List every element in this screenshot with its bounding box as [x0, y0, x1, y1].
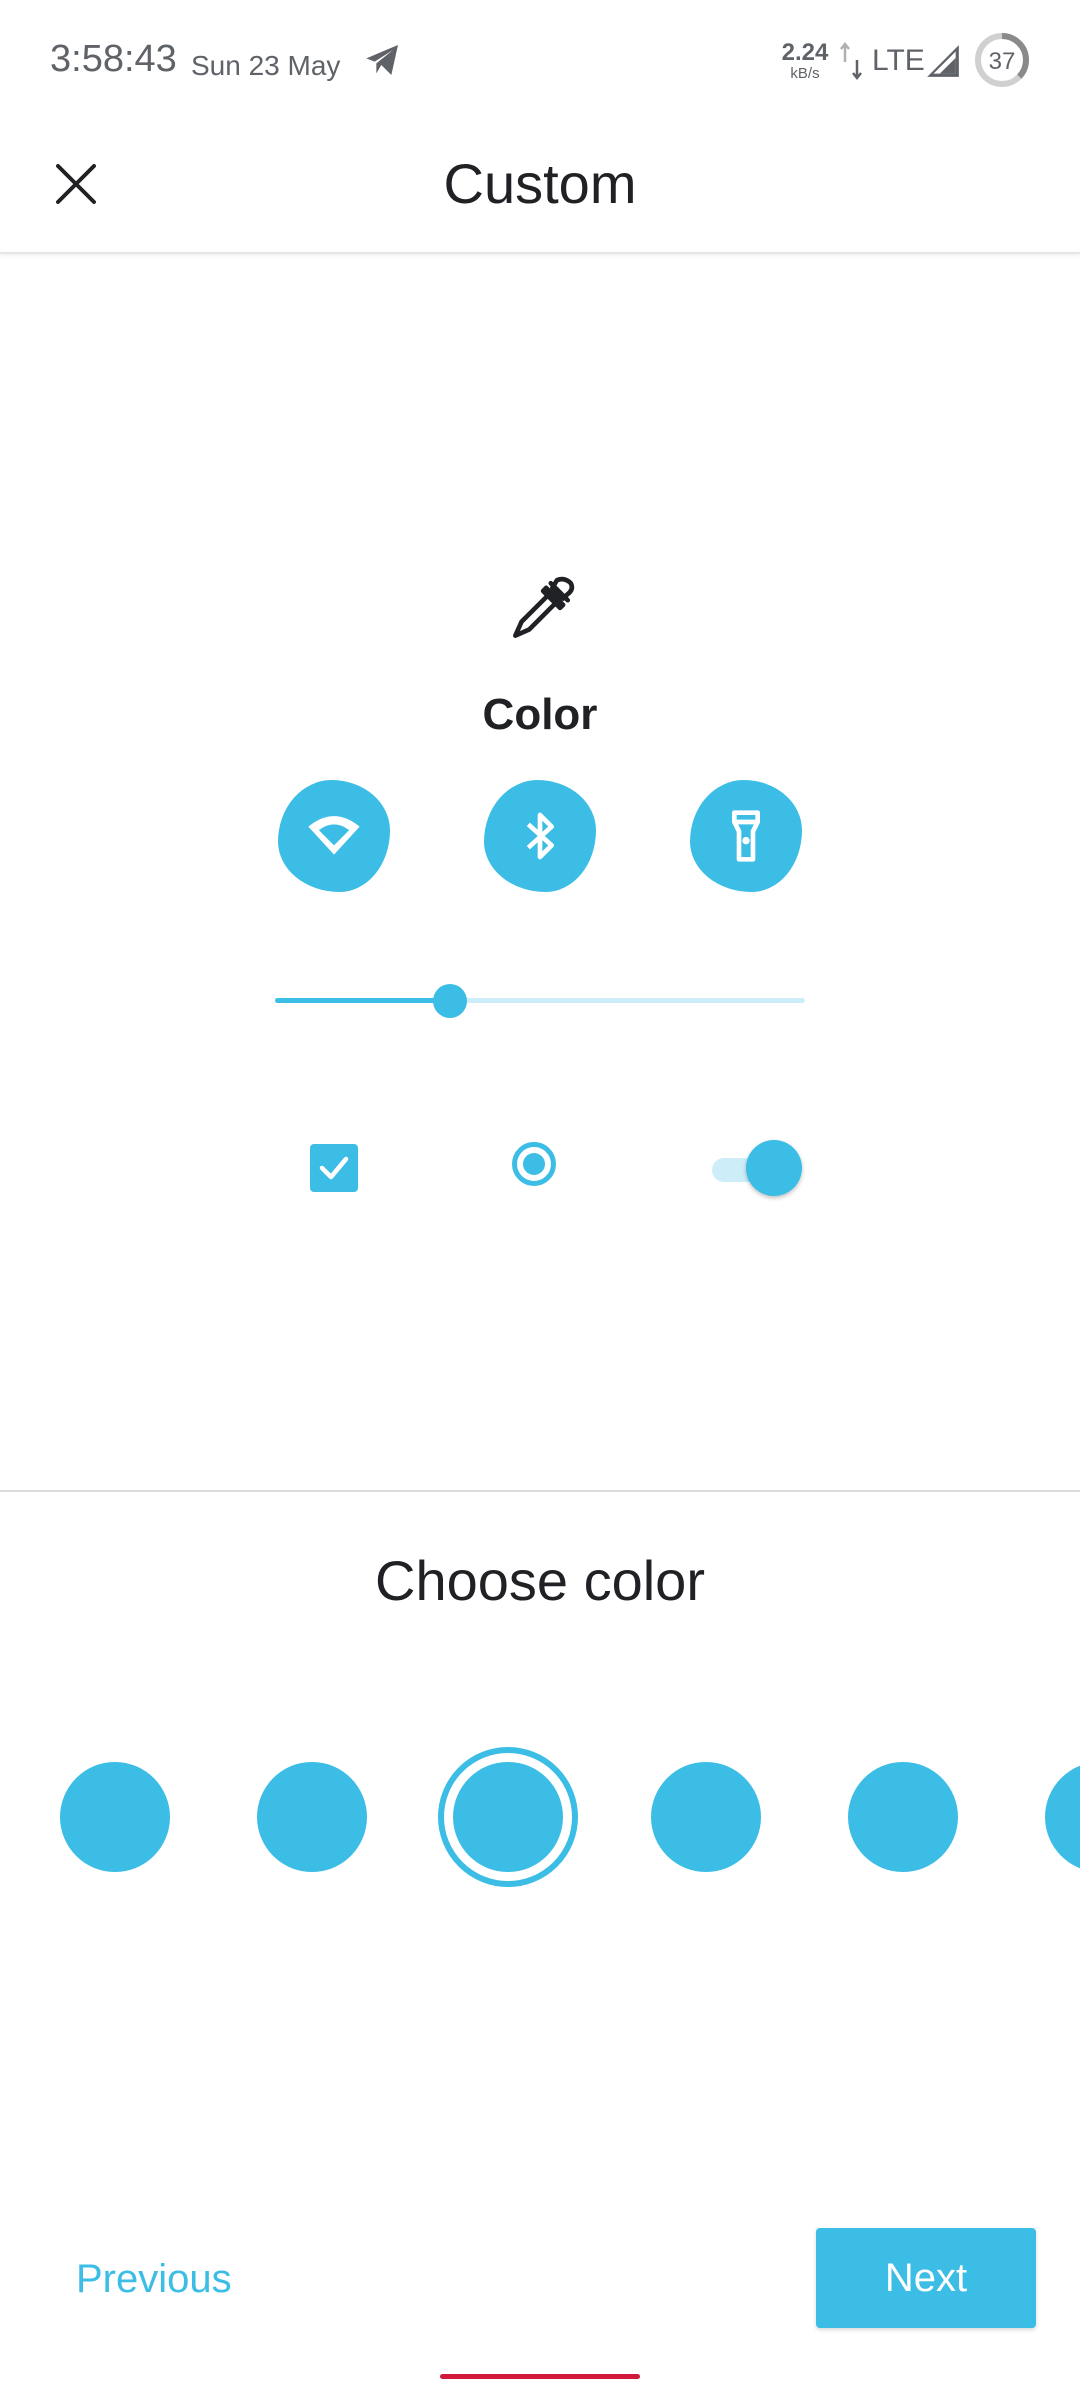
wifi-icon: [308, 816, 360, 855]
preview-switch[interactable]: [712, 1140, 804, 1200]
home-indicator[interactable]: [440, 2374, 640, 2379]
signal-icon: [927, 45, 959, 77]
data-transfer-icon: [840, 41, 862, 81]
checkmark-icon: [319, 1156, 349, 1180]
choose-color-title: Choose color: [375, 1549, 705, 1612]
color-swatch-5[interactable]: [848, 1762, 958, 1872]
network-speed-unit: kB/s: [790, 65, 820, 82]
selected-swatch-inner: [453, 1762, 563, 1872]
preview-label: Color: [482, 690, 598, 739]
wifi-tile[interactable]: [278, 780, 390, 892]
battery-ring-icon: 37: [975, 33, 1029, 87]
flashlight-tile[interactable]: [690, 780, 802, 892]
previous-button[interactable]: Previous: [50, 2244, 270, 2314]
network-speed-value: 2.24: [781, 39, 829, 66]
flashlight-icon: [732, 810, 760, 862]
network-speed: 2.24 kB/s: [774, 40, 836, 82]
slider-fill: [275, 998, 450, 1003]
color-swatch-3-selected[interactable]: [438, 1747, 578, 1887]
color-swatch-4[interactable]: [651, 1762, 761, 1872]
page-title: Custom: [443, 152, 637, 215]
color-swatch-6[interactable]: [1045, 1762, 1080, 1872]
brightness-slider[interactable]: [275, 980, 805, 1020]
app-screen: 3:58:43 Sun 23 May 2.24 kB/s LTE 37 Cust…: [0, 0, 1080, 2400]
radio-dot: [523, 1153, 545, 1175]
next-button[interactable]: Next: [816, 2228, 1036, 2328]
preview-checkbox[interactable]: [310, 1144, 358, 1192]
color-swatch-2[interactable]: [257, 1762, 367, 1872]
section-divider: [0, 1490, 1080, 1492]
battery-level: 37: [989, 48, 1016, 75]
telegram-icon: [366, 45, 398, 75]
eyedropper-icon: [513, 576, 575, 638]
network-type: LTE: [872, 44, 925, 77]
bluetooth-tile[interactable]: [484, 780, 596, 892]
slider-thumb[interactable]: [432, 984, 467, 1018]
switch-thumb: [746, 1140, 802, 1196]
status-time: 3:58:43: [50, 38, 177, 80]
battery-indicator: 37: [974, 32, 1030, 88]
app-bar: Custom: [0, 120, 1080, 254]
bluetooth-icon: [526, 812, 554, 860]
color-swatch-row: [0, 1740, 1080, 1890]
status-date: Sun 23 May: [191, 50, 341, 81]
status-bar: 3:58:43 Sun 23 May 2.24 kB/s LTE 37: [0, 0, 1080, 120]
color-swatch-1[interactable]: [60, 1762, 170, 1872]
preview-radio[interactable]: [512, 1142, 556, 1186]
